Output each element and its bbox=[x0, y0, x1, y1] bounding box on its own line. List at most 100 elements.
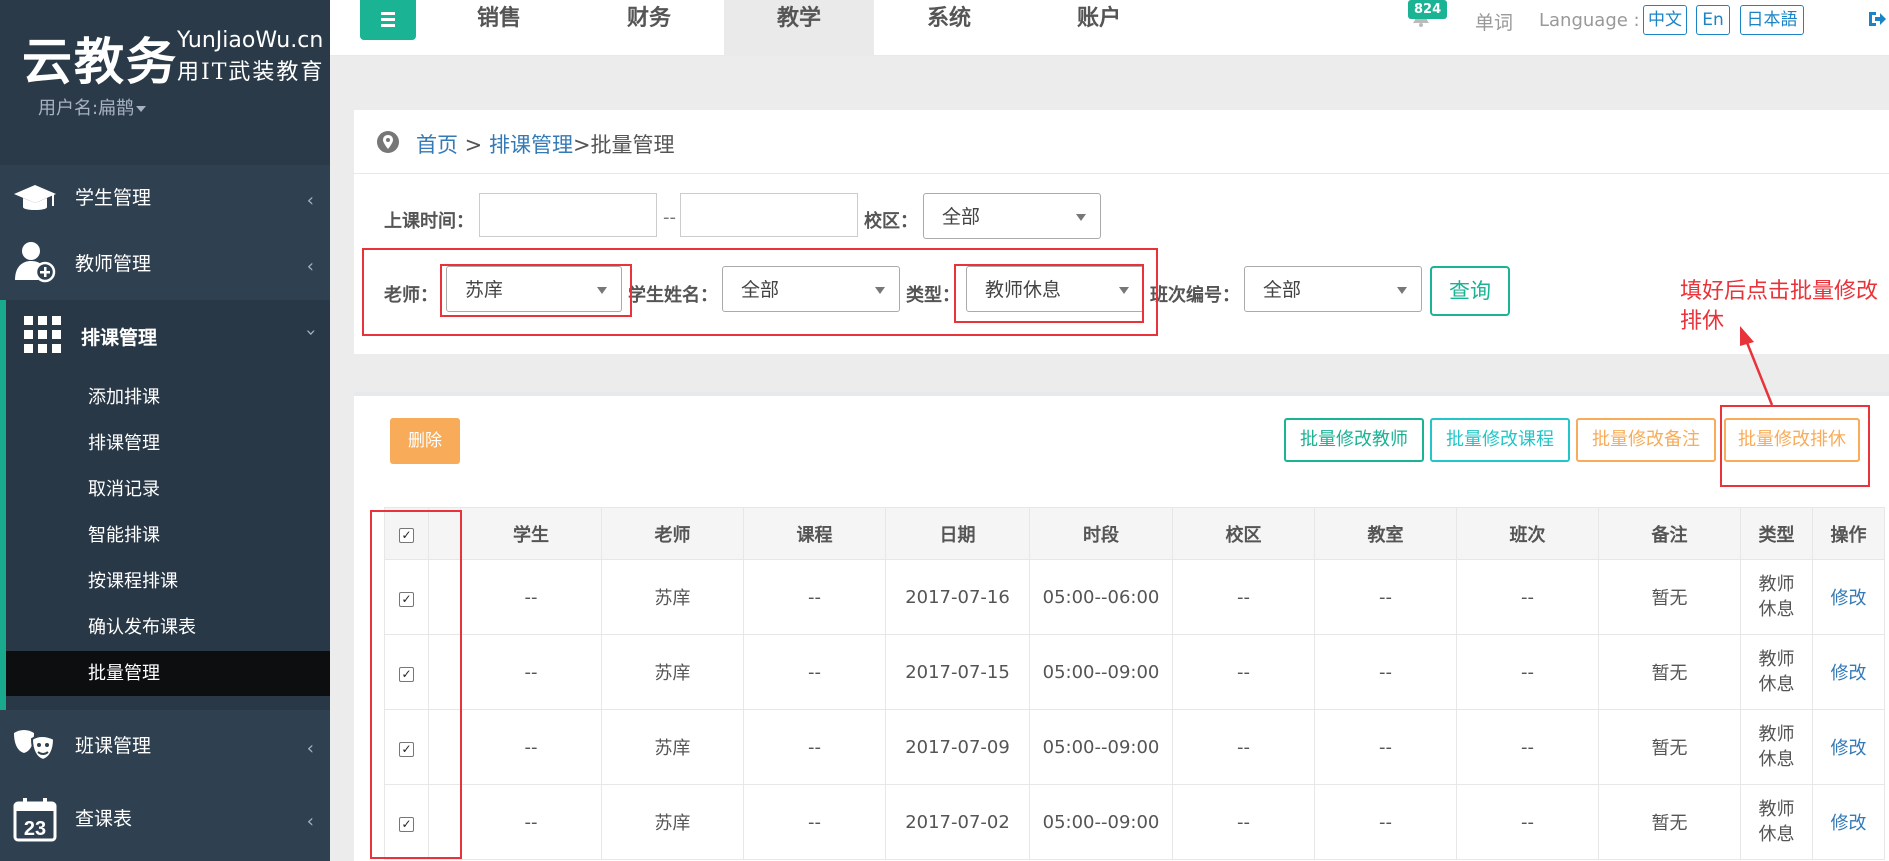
language-japanese-button[interactable]: 日本語 bbox=[1740, 5, 1804, 35]
logo-area: 云教务 YunJiaoWu.cn 用IT武装教育 用户名:扁鹊 bbox=[0, 0, 330, 165]
cell-date: 2017-07-09 bbox=[885, 709, 1030, 785]
campus-select-value: 全部 bbox=[942, 206, 981, 228]
query-button[interactable]: 查询 bbox=[1430, 266, 1510, 316]
col-campus: 校区 bbox=[1172, 507, 1315, 560]
col-type: 类型 bbox=[1740, 507, 1813, 560]
campus-select[interactable]: 全部 bbox=[923, 193, 1101, 239]
submenu-cancel-records[interactable]: 取消记录 bbox=[6, 467, 330, 512]
language-english-button[interactable]: En bbox=[1696, 5, 1730, 35]
sidebar-item-timetable[interactable]: 23 查课表 ‹ bbox=[0, 786, 330, 856]
cell-type: 教师 休息 bbox=[1740, 709, 1813, 785]
cell-action: 修改 bbox=[1812, 784, 1885, 860]
cell-note: 暂无 bbox=[1598, 559, 1741, 635]
language-label: Language : bbox=[1539, 10, 1640, 31]
submenu-publish-timetable[interactable]: 确认发布课表 bbox=[6, 605, 330, 650]
breadcrumb-home-link[interactable]: 首页 bbox=[416, 133, 458, 157]
cell-room: -- bbox=[1314, 559, 1457, 635]
chevron-left-icon: ‹ bbox=[306, 256, 314, 277]
submenu-course-schedule[interactable]: 按课程排课 bbox=[6, 559, 330, 604]
chevron-down-icon: ‹ bbox=[299, 328, 321, 337]
submenu-smart-schedule[interactable]: 智能排课 bbox=[6, 513, 330, 558]
sidebar: 云教务 YunJiaoWu.cn 用IT武装教育 用户名:扁鹊 学生管理 ‹ 教… bbox=[0, 0, 330, 861]
cell-campus: -- bbox=[1172, 559, 1315, 635]
tab-teaching[interactable]: 教学 bbox=[724, 0, 874, 56]
tab-sales[interactable]: 销售 bbox=[424, 0, 574, 56]
bulk-edit-note-button[interactable]: 批量修改备注 bbox=[1576, 418, 1716, 462]
col-teacher: 老师 bbox=[601, 507, 744, 560]
sidebar-item-scheduling[interactable]: 排课管理 ‹ 添加排课 排课管理 取消记录 智能排课 按课程排课 确认发布课表 … bbox=[0, 300, 330, 710]
caret-down-icon bbox=[1076, 214, 1086, 221]
chevron-left-icon: ‹ bbox=[306, 811, 314, 832]
cell-note: 暂无 bbox=[1598, 634, 1741, 710]
logout-icon[interactable] bbox=[1866, 9, 1886, 29]
cell-class: -- bbox=[1456, 709, 1599, 785]
cell-time: 05:00--06:00 bbox=[1029, 559, 1173, 635]
cell-student: -- bbox=[460, 559, 602, 635]
tab-account[interactable]: 账户 bbox=[1024, 0, 1174, 56]
cell-date: 2017-07-15 bbox=[885, 634, 1030, 710]
submenu-bulk-manage[interactable]: 批量管理 bbox=[6, 651, 330, 696]
class-no-select[interactable]: 全部 bbox=[1244, 266, 1422, 312]
submenu-schedule-manage[interactable]: 排课管理 bbox=[6, 421, 330, 466]
theater-masks-icon bbox=[14, 730, 56, 762]
user-menu[interactable]: 用户名:扁鹊 bbox=[38, 94, 147, 120]
location-pin-icon bbox=[377, 131, 399, 153]
sidebar-item-label: 班课管理 bbox=[75, 735, 152, 757]
caret-down-icon bbox=[1397, 287, 1407, 294]
cell-room: -- bbox=[1314, 709, 1457, 785]
sidebar-item-students[interactable]: 学生管理 ‹ bbox=[0, 168, 330, 230]
start-date-input[interactable] bbox=[479, 193, 657, 237]
col-room: 教室 bbox=[1314, 507, 1457, 560]
cell-note: 暂无 bbox=[1598, 709, 1741, 785]
sidebar-item-label: 排课管理 bbox=[81, 327, 158, 349]
delete-button[interactable]: 删除 bbox=[390, 418, 460, 464]
calendar-icon: 23 bbox=[13, 798, 57, 842]
chevron-left-icon: ‹ bbox=[306, 190, 314, 211]
language-chinese-button[interactable]: 中文 bbox=[1643, 5, 1687, 35]
cell-room: -- bbox=[1314, 784, 1457, 860]
edit-link[interactable]: 修改 bbox=[1831, 588, 1867, 609]
sidebar-item-classes[interactable]: 班课管理 ‹ bbox=[0, 716, 330, 776]
cell-class: -- bbox=[1456, 784, 1599, 860]
cell-student: -- bbox=[460, 784, 602, 860]
col-action: 操作 bbox=[1812, 507, 1885, 560]
cell-teacher: 苏庠 bbox=[601, 784, 744, 860]
breadcrumb-section-link[interactable]: 排课管理 bbox=[489, 133, 573, 157]
submenu-add-schedule[interactable]: 添加排课 bbox=[6, 375, 330, 420]
edit-link[interactable]: 修改 bbox=[1831, 663, 1867, 684]
cell-action: 修改 bbox=[1812, 634, 1885, 710]
end-date-input[interactable] bbox=[680, 193, 858, 237]
edit-link[interactable]: 修改 bbox=[1831, 813, 1867, 834]
vocabulary-link[interactable]: 单词 bbox=[1475, 8, 1513, 35]
cell-campus: -- bbox=[1172, 709, 1315, 785]
cell-student: -- bbox=[460, 709, 602, 785]
notification-badge: 824 bbox=[1408, 0, 1448, 19]
bulk-edit-teacher-button[interactable]: 批量修改教师 bbox=[1284, 418, 1424, 462]
cell-class: -- bbox=[1456, 559, 1599, 635]
breadcrumb-current: >批量管理 bbox=[572, 133, 675, 157]
top-navbar: 销售 财务 教学 系统 账户 824 单词 Language : 中文 En 日… bbox=[330, 0, 1889, 56]
col-time: 时段 bbox=[1029, 507, 1173, 560]
col-student: 学生 bbox=[460, 507, 602, 560]
cell-class: -- bbox=[1456, 634, 1599, 710]
cell-action: 修改 bbox=[1812, 559, 1885, 635]
bulk-edit-course-button[interactable]: 批量修改课程 bbox=[1430, 418, 1570, 462]
breadcrumb-separator: > bbox=[458, 133, 489, 157]
annotation-teacher-box bbox=[440, 264, 632, 317]
breadcrumb-panel: 首页 > 排课管理>批量管理 bbox=[354, 110, 1889, 174]
edit-link[interactable]: 修改 bbox=[1831, 738, 1867, 759]
menu-toggle-button[interactable] bbox=[360, 0, 416, 40]
campus-label: 校区： bbox=[864, 211, 918, 232]
tab-finance[interactable]: 财务 bbox=[574, 0, 724, 56]
cell-room: -- bbox=[1314, 634, 1457, 710]
cell-campus: -- bbox=[1172, 784, 1315, 860]
col-course: 课程 bbox=[743, 507, 886, 560]
class-no-label: 班次编号： bbox=[1150, 285, 1240, 306]
class-time-label: 上课时间： bbox=[384, 211, 474, 232]
col-date: 日期 bbox=[885, 507, 1030, 560]
sidebar-item-teachers[interactable]: 教师管理 ‹ bbox=[0, 234, 330, 296]
tab-system[interactable]: 系统 bbox=[874, 0, 1024, 56]
cell-date: 2017-07-16 bbox=[885, 559, 1030, 635]
cell-type: 教师 休息 bbox=[1740, 634, 1813, 710]
breadcrumb: 首页 > 排课管理>批量管理 bbox=[416, 129, 675, 159]
